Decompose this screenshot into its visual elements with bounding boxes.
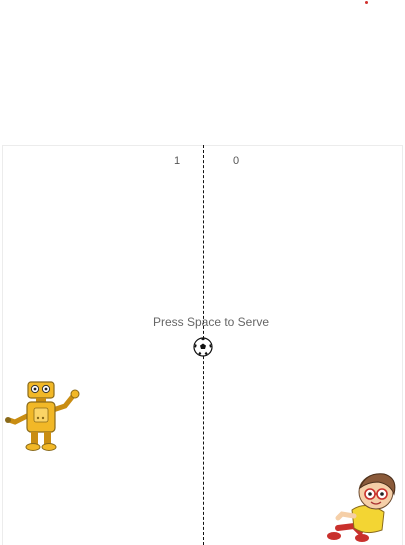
red-indicator-dot <box>365 1 368 4</box>
game-screen[interactable]: 1 0 Press Space to Serve <box>0 0 405 545</box>
right-player-score: 0 <box>233 155 240 167</box>
serve-prompt: Press Space to Serve <box>152 315 270 329</box>
soccer-ball-icon <box>193 337 213 357</box>
left-player-score: 1 <box>174 155 181 167</box>
robot-sprite <box>5 381 80 451</box>
cartoon-kid-sprite <box>327 473 396 542</box>
